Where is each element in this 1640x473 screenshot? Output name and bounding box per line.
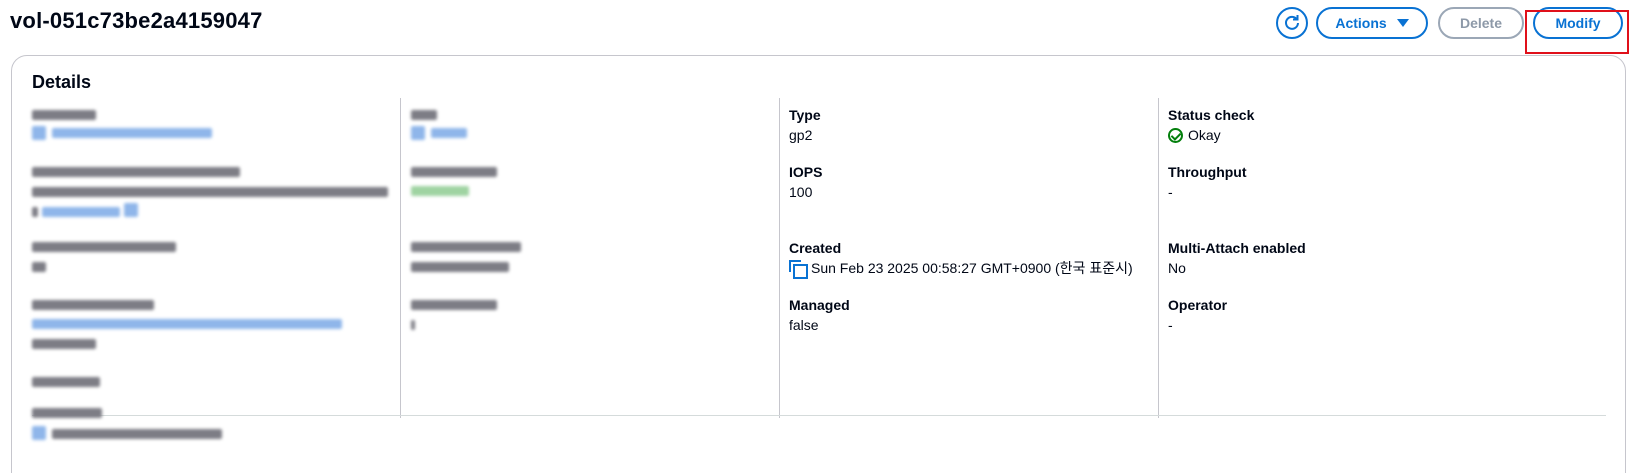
redacted-value	[32, 187, 388, 197]
redacted-value	[32, 207, 38, 217]
field-label: Managed	[789, 297, 850, 313]
redacted-icon	[32, 426, 46, 440]
redacted-label	[411, 110, 437, 120]
field-value: -	[1168, 184, 1173, 200]
redacted-status	[411, 186, 469, 196]
redacted-label	[32, 242, 176, 252]
redacted-value	[52, 429, 222, 439]
field-value: Okay	[1188, 127, 1221, 143]
field-value: Sun Feb 23 2025 00:58:27 GMT+0900 (한국 표준…	[811, 260, 1133, 276]
field-type: Type gp2	[789, 105, 821, 145]
redacted-icon	[124, 203, 138, 217]
field-label: Multi-Attach enabled	[1168, 240, 1306, 256]
field-label: Status check	[1168, 107, 1255, 123]
field-status-check: Status check Okay	[1168, 105, 1254, 145]
field-label: Type	[789, 107, 821, 123]
redacted-label	[32, 167, 240, 177]
redacted-label	[32, 110, 96, 120]
field-value: -	[1168, 317, 1173, 333]
redacted-icon	[411, 126, 425, 140]
redacted-label	[32, 408, 102, 418]
field-value: No	[1168, 260, 1186, 276]
redacted-value	[32, 339, 96, 349]
redacted-label	[411, 167, 497, 177]
details-panel: Details Type gp2 IOPS 100 Created Sun Fe…	[11, 55, 1626, 473]
refresh-button[interactable]	[1276, 7, 1308, 39]
redacted-value	[52, 128, 212, 138]
actions-label: Actions	[1335, 15, 1387, 31]
field-created: Created Sun Feb 23 2025 00:58:27 GMT+090…	[789, 238, 1133, 279]
field-value: gp2	[789, 127, 813, 143]
modify-button[interactable]: Modify	[1533, 7, 1623, 39]
column-divider	[1158, 98, 1159, 418]
redacted-value	[411, 262, 509, 272]
copy-icon[interactable]	[789, 260, 808, 279]
field-multi-attach: Multi-Attach enabled No	[1168, 238, 1306, 278]
status-okay: Okay	[1168, 125, 1254, 145]
created-value-row: Sun Feb 23 2025 00:58:27 GMT+0900 (한국 표준…	[789, 258, 1133, 279]
field-label: Created	[789, 240, 842, 256]
redacted-value	[411, 320, 415, 330]
details-title: Details	[32, 72, 92, 92]
caret-down-icon	[1396, 19, 1409, 27]
redacted-label	[411, 242, 521, 252]
field-throughput: Throughput -	[1168, 162, 1247, 202]
field-operator: Operator -	[1168, 295, 1227, 335]
field-value: false	[789, 317, 819, 333]
field-label: Operator	[1168, 297, 1228, 313]
section-divider	[32, 415, 1606, 416]
redacted-link	[32, 319, 342, 329]
refresh-icon	[1285, 15, 1299, 30]
redacted-label	[411, 300, 497, 310]
actions-dropdown-button[interactable]: Actions	[1316, 7, 1428, 39]
redacted-label	[32, 377, 100, 387]
redacted-link	[42, 207, 120, 217]
field-label: Throughput	[1168, 164, 1247, 180]
field-iops: IOPS 100	[789, 162, 822, 202]
check-circle-icon	[1168, 127, 1183, 143]
redacted-value	[431, 128, 467, 138]
column-divider	[779, 98, 780, 418]
field-managed: Managed false	[789, 295, 850, 335]
redacted-value	[32, 262, 46, 272]
field-value: 100	[789, 184, 813, 200]
field-label: IOPS	[789, 164, 823, 180]
header-actions: Actions Delete Modify	[0, 7, 1640, 54]
redacted-icon	[32, 126, 46, 140]
redacted-label	[32, 300, 154, 310]
column-divider	[400, 98, 401, 418]
delete-button[interactable]: Delete	[1438, 7, 1524, 39]
